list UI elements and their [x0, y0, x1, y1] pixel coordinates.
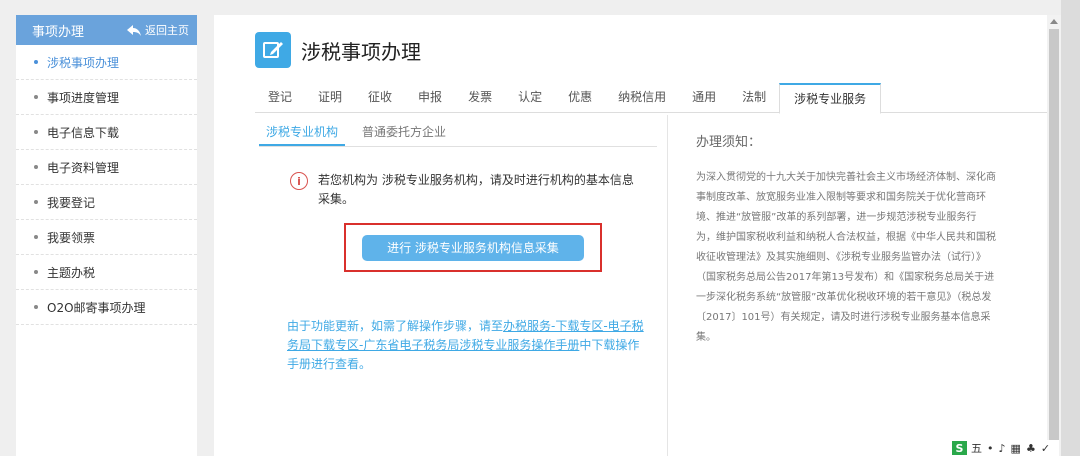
back-home-link[interactable]: 返回主页: [127, 22, 189, 38]
tab-certificate[interactable]: 证明: [305, 83, 355, 113]
back-arrow-icon: [127, 24, 141, 36]
instructions-body: 为深入贯彻党的十九大关于加快完善社会主义市场经济体制、深化商事制度改革、放宽服务…: [696, 172, 996, 343]
sidebar-item-label: O2O邮寄事项办理: [47, 300, 146, 315]
sogou-logo-icon: S: [952, 441, 967, 455]
page-title: 涉税事项办理: [301, 39, 421, 64]
tab-tax-credit[interactable]: 纳税信用: [605, 83, 679, 113]
ime-punct-icon[interactable]: •: [987, 442, 994, 455]
tab-professional-services[interactable]: 涉税专业服务: [779, 83, 882, 114]
tab-certification[interactable]: 认定: [505, 83, 555, 113]
sidebar-item-label: 我要领票: [47, 230, 96, 245]
vertical-scrollbar[interactable]: [1047, 15, 1061, 456]
sidebar-item-label: 电子信息下载: [47, 125, 120, 140]
bullet-icon: [34, 270, 38, 274]
ime-keyboard-icon[interactable]: ▦: [1011, 442, 1021, 455]
sidebar-item-label: 我要登记: [47, 195, 96, 210]
subtab-professional-org[interactable]: 涉税专业机构: [259, 121, 346, 146]
bullet-icon: [34, 165, 38, 169]
sub-tabs: 涉税专业机构 普通委托方企业: [259, 121, 657, 147]
bullet-icon: [34, 95, 38, 99]
sidebar-item-documents[interactable]: 电子资料管理: [16, 150, 197, 185]
help-prefix: 由于功能更新，如需了解操作步骤，请至: [287, 319, 504, 333]
sidebar: 事项办理 返回主页 涉税事项办理 事项进度管理 电子信息下载 电子资料管理 我要…: [16, 15, 197, 456]
tab-preferential[interactable]: 优惠: [555, 83, 605, 113]
tab-collection[interactable]: 征收: [355, 83, 405, 113]
tab-declaration[interactable]: 申报: [405, 83, 455, 113]
back-home-label: 返回主页: [145, 24, 189, 37]
bullet-icon: [34, 200, 38, 204]
help-text: 由于功能更新，如需了解操作步骤，请至办税服务-下载专区-电子税务局下载专区-广东…: [287, 317, 647, 374]
ime-voice-icon[interactable]: ♪: [999, 442, 1006, 455]
bullet-icon: [34, 60, 38, 64]
sidebar-item-label: 电子资料管理: [47, 160, 120, 175]
sidebar-item-register[interactable]: 我要登记: [16, 185, 197, 220]
collect-info-button[interactable]: 进行 涉税专业服务机构信息采集: [362, 234, 584, 261]
ime-skin-icon[interactable]: ♣: [1026, 442, 1036, 455]
sidebar-item-progress[interactable]: 事项进度管理: [16, 80, 197, 115]
sidebar-header: 事项办理 返回主页: [16, 15, 197, 45]
subtab-client-enterprise[interactable]: 普通委托方企业: [355, 121, 453, 146]
ime-toolbar[interactable]: S 五 • ♪ ▦ ♣ ✓: [948, 440, 1060, 456]
instructions-pane: 办理须知： 为深入贯彻党的十九大关于加快完善社会主义市场经济体制、深化商事制度改…: [696, 131, 996, 348]
window-edge: [1061, 0, 1080, 456]
notice-text: 若您机构为 涉税专业服务机构，请及时进行机构的基本信息采集。: [318, 173, 634, 206]
sidebar-item-label: 主题办税: [47, 265, 96, 280]
sidebar-title: 事项办理: [32, 24, 85, 40]
highlight-box: 进行 涉税专业服务机构信息采集: [344, 223, 602, 272]
scroll-thumb[interactable]: [1049, 29, 1059, 456]
services-pane: 涉税专业机构 普通委托方企业 i 若您机构为 涉税专业服务机构，请及时进行机构的…: [255, 115, 668, 456]
tab-invoice[interactable]: 发票: [455, 83, 505, 113]
sidebar-item-download[interactable]: 电子信息下载: [16, 115, 197, 150]
ime-mode[interactable]: 五: [971, 440, 982, 456]
bullet-icon: [34, 305, 38, 309]
sidebar-item-o2o[interactable]: O2O邮寄事项办理: [16, 290, 197, 325]
tab-general[interactable]: 通用: [679, 83, 729, 113]
edit-icon: [255, 32, 291, 68]
sidebar-item-theme[interactable]: 主题办税: [16, 255, 197, 290]
main-panel: 涉税事项办理 登记 证明 征收 申报 发票 认定 优惠 纳税信用 通用 法制 涉…: [214, 15, 1061, 456]
notice: i 若您机构为 涉税专业服务机构，请及时进行机构的基本信息采集。: [290, 171, 635, 209]
ime-tools-icon[interactable]: ✓: [1041, 442, 1050, 455]
tab-legal[interactable]: 法制: [729, 83, 779, 113]
scroll-up-arrow-icon[interactable]: [1050, 19, 1058, 24]
sidebar-item-label: 事项进度管理: [47, 90, 120, 105]
sidebar-item-tax-matters[interactable]: 涉税事项办理: [16, 45, 197, 80]
instructions-title: 办理须知：: [696, 135, 762, 150]
category-tabs: 登记 证明 征收 申报 发票 认定 优惠 纳税信用 通用 法制 涉税专业服务: [255, 83, 1049, 114]
sidebar-menu: 涉税事项办理 事项进度管理 电子信息下载 电子资料管理 我要登记 我要领票 主题…: [16, 45, 197, 325]
sidebar-item-label: 涉税事项办理: [47, 55, 120, 70]
tab-register[interactable]: 登记: [255, 83, 305, 113]
info-icon: i: [290, 172, 308, 190]
bullet-icon: [34, 130, 38, 134]
page-header: 涉税事项办理: [255, 32, 421, 68]
sidebar-item-invoice[interactable]: 我要领票: [16, 220, 197, 255]
bullet-icon: [34, 235, 38, 239]
